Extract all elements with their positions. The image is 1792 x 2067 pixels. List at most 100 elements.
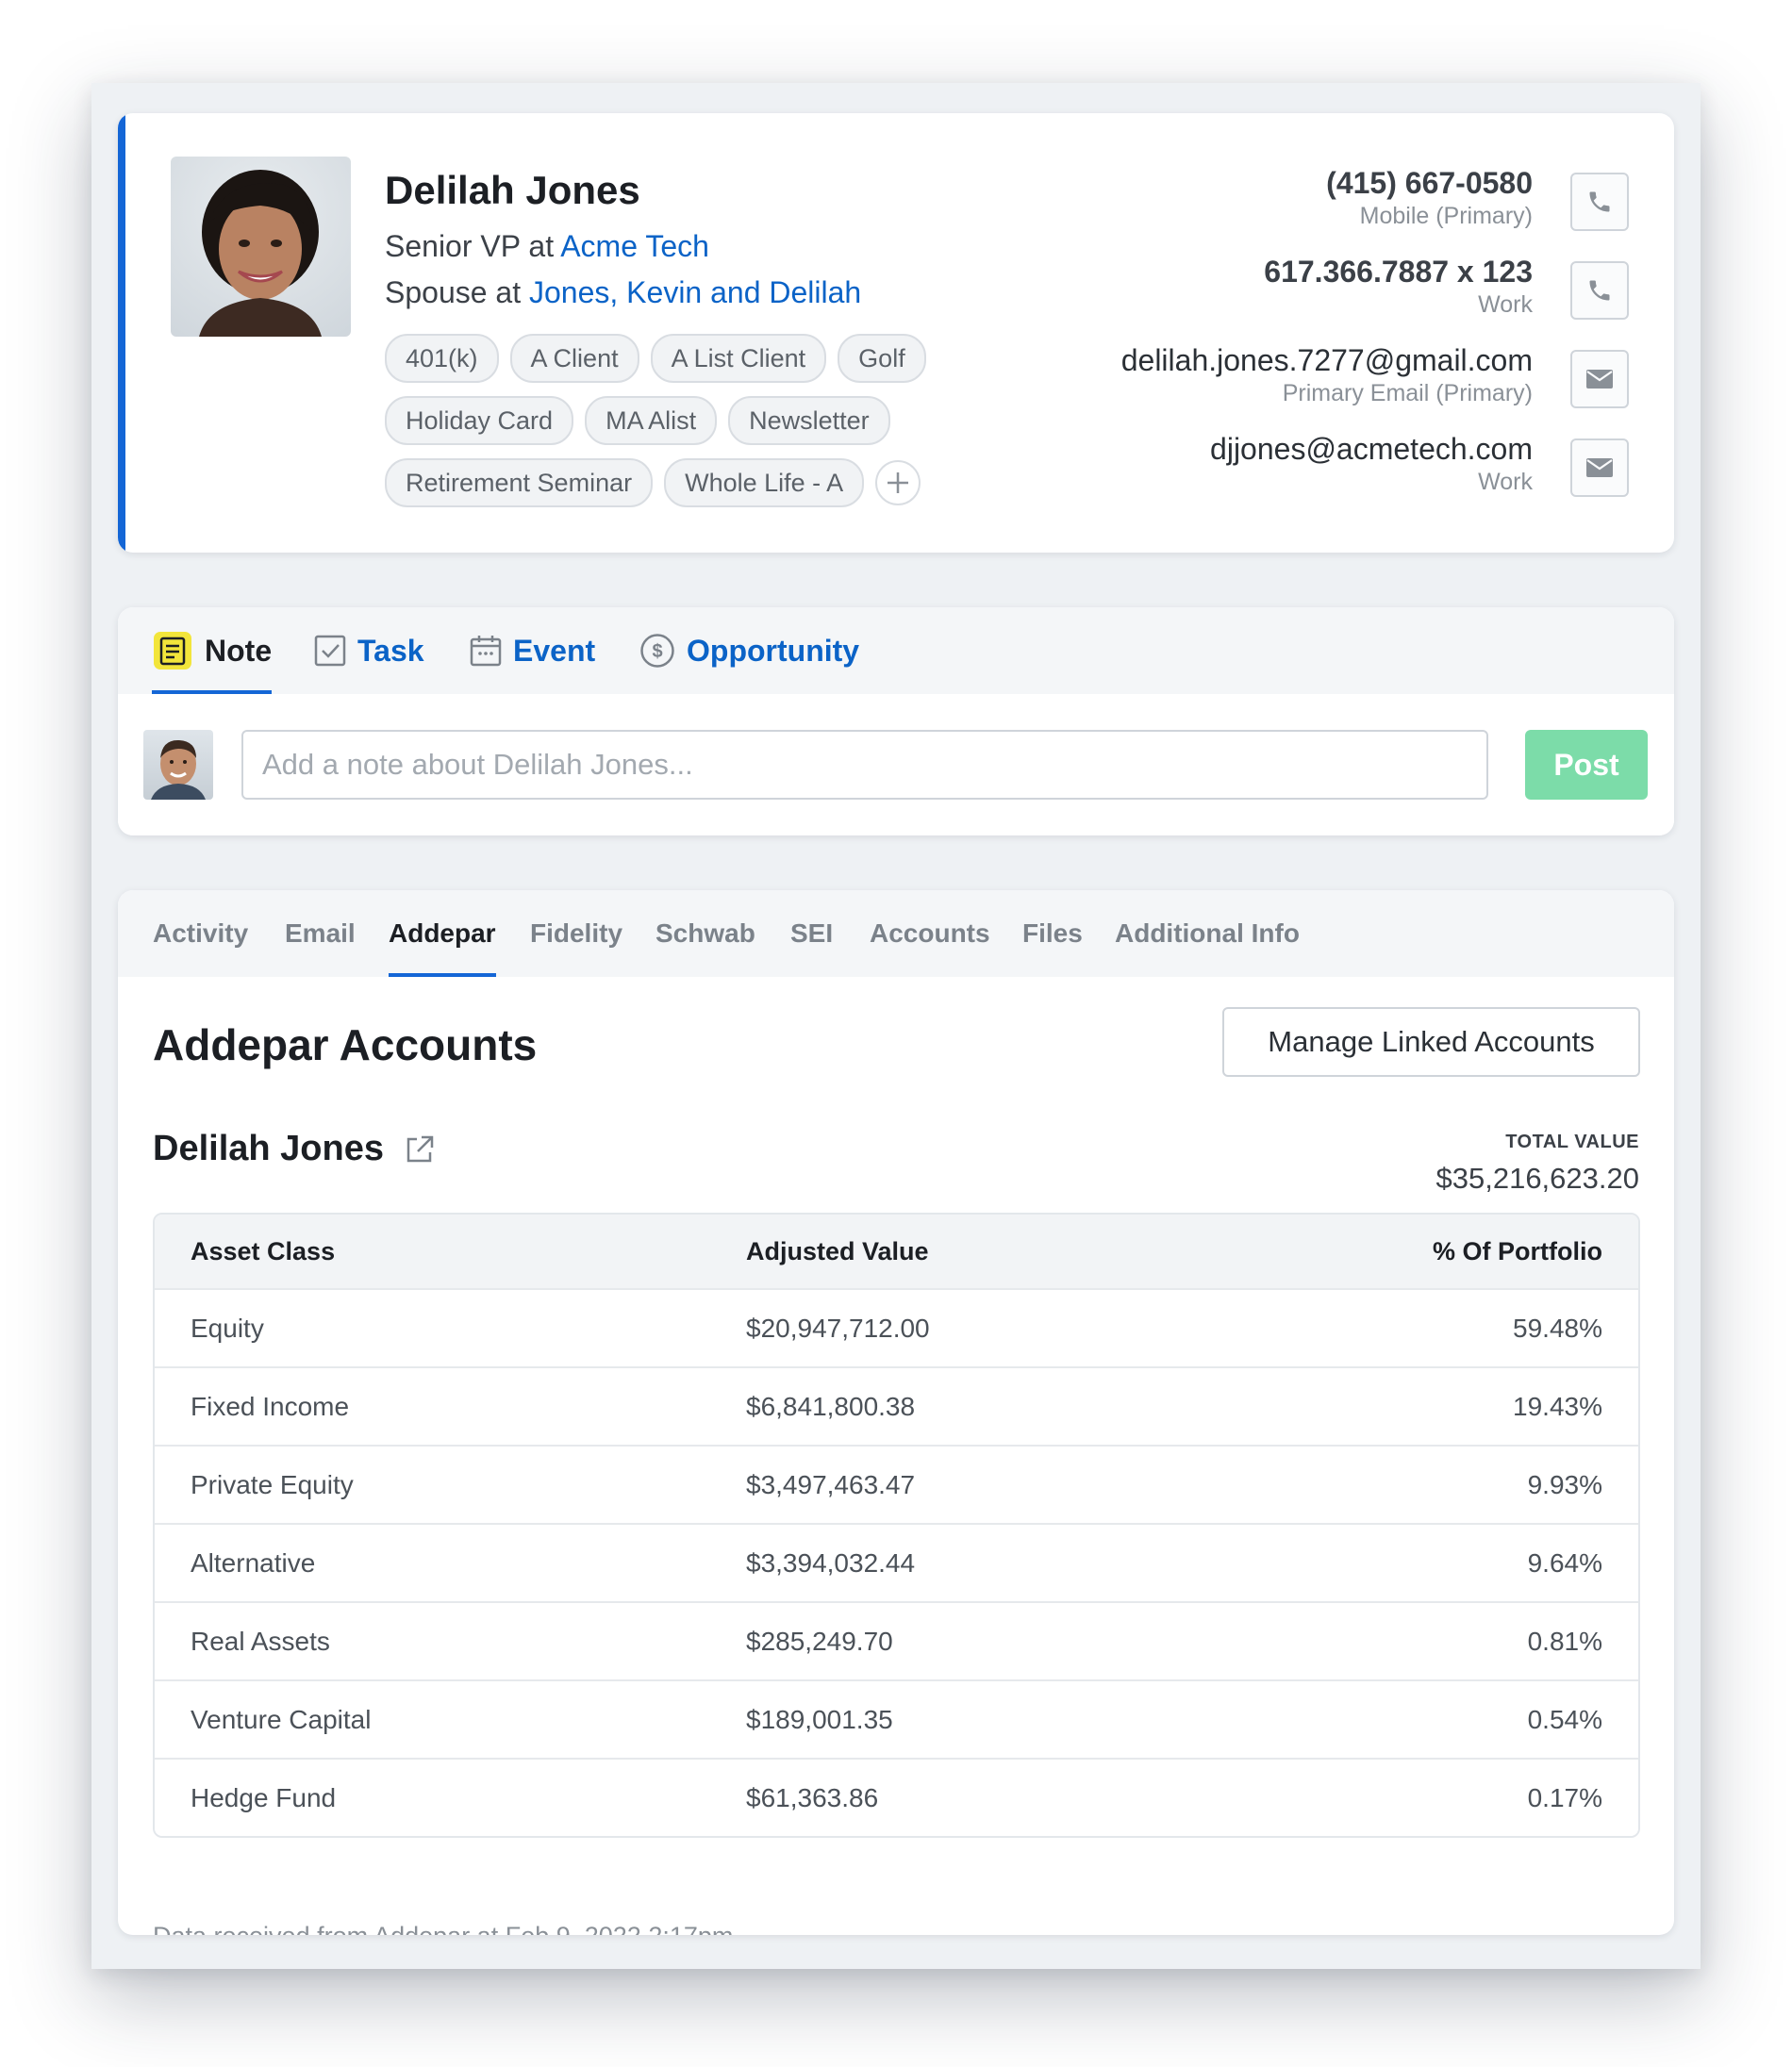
mail-icon xyxy=(1586,458,1613,477)
email-address[interactable]: delilah.jones.7277@gmail.com xyxy=(1121,343,1533,378)
table-row: Private Equity $3,497,463.47 9.93% xyxy=(155,1445,1638,1523)
tab-addepar[interactable]: Addepar xyxy=(389,890,496,977)
tag[interactable]: Newsletter xyxy=(728,396,890,445)
panel-tab-bar: Activity Email Addepar Fidelity Schwab S… xyxy=(118,890,1674,977)
mail-icon xyxy=(1586,370,1613,389)
asset-class-cell: Fixed Income xyxy=(191,1391,350,1421)
adjusted-value-cell: $20,947,712.00 xyxy=(746,1313,930,1343)
tag[interactable]: A Client xyxy=(509,334,639,383)
contact-method-primary-email: delilah.jones.7277@gmail.com Primary Ema… xyxy=(1121,343,1533,407)
table-row: Fixed Income $6,841,800.38 19.43% xyxy=(155,1366,1638,1445)
manage-linked-accounts-button[interactable]: Manage Linked Accounts xyxy=(1222,1007,1640,1077)
adjusted-value-cell: $285,249.70 xyxy=(746,1626,893,1656)
contact-relation-line: Spouse at Jones, Kevin and Delilah xyxy=(385,275,861,310)
contact-name: Delilah Jones xyxy=(385,168,640,212)
call-button[interactable] xyxy=(1570,261,1629,320)
tab-label: Task xyxy=(357,633,424,668)
tag-row: Retirement Seminar Whole Life - A xyxy=(385,458,1045,507)
asset-class-cell: Venture Capital xyxy=(191,1704,372,1734)
tab-opportunity[interactable]: $ Opportunity xyxy=(639,607,859,694)
percent-cell: 19.43% xyxy=(1513,1391,1602,1421)
tab-sei[interactable]: SEI xyxy=(790,890,833,977)
contact-method-work-email: djjones@acmetech.com Work xyxy=(1210,432,1533,496)
phone-label: Mobile (Primary) xyxy=(1359,203,1533,229)
phone-icon xyxy=(1589,280,1610,301)
asset-class-cell: Real Assets xyxy=(191,1626,330,1656)
tab-task[interactable]: Task xyxy=(314,607,424,694)
composer-tab-bar: Note Task Event $ Opportunity xyxy=(118,607,1674,694)
composer-body: Post xyxy=(118,694,1674,835)
note-icon xyxy=(154,632,191,670)
household-link[interactable]: Jones, Kevin and Delilah xyxy=(529,275,861,309)
asset-class-cell: Private Equity xyxy=(191,1469,354,1499)
percent-cell: 9.93% xyxy=(1527,1469,1602,1499)
client-name: Delilah Jones xyxy=(153,1129,384,1168)
post-button[interactable]: Post xyxy=(1525,730,1648,800)
contact-title-line: Senior VP at Acme Tech xyxy=(385,229,709,264)
tab-label: Event xyxy=(513,633,596,668)
phone-icon xyxy=(1589,191,1610,212)
email-label: Primary Email (Primary) xyxy=(1282,380,1533,406)
client-heading: Delilah Jones xyxy=(153,1129,435,1169)
relation-prefix: Spouse at xyxy=(385,275,522,309)
asset-class-cell: Alternative xyxy=(191,1547,316,1578)
tag[interactable]: 401(k) xyxy=(385,334,499,383)
call-button[interactable] xyxy=(1570,173,1629,231)
contact-method-work-phone: 617.366.7887 x 123 Work xyxy=(1264,255,1533,319)
add-tag-button[interactable] xyxy=(875,460,921,505)
tab-schwab[interactable]: Schwab xyxy=(655,890,755,977)
activity-composer: Note Task Event $ Opportunity Add a note… xyxy=(118,607,1674,835)
tab-event[interactable]: Event xyxy=(470,607,595,694)
tab-fidelity[interactable]: Fidelity xyxy=(530,890,622,977)
tag-list: 401(k) A Client A List Client Golf Holid… xyxy=(385,334,1045,521)
percent-cell: 0.54% xyxy=(1527,1704,1602,1734)
tag[interactable]: Retirement Seminar xyxy=(385,458,654,507)
tag-row: Holiday Card MA Alist Newsletter xyxy=(385,396,1045,445)
table-header: Asset Class Adjusted Value % Of Portfoli… xyxy=(155,1215,1638,1288)
percent-cell: 0.81% xyxy=(1527,1626,1602,1656)
tab-accounts[interactable]: Accounts xyxy=(870,890,990,977)
tab-activity[interactable]: Activity xyxy=(153,890,248,977)
tab-files[interactable]: Files xyxy=(1022,890,1083,977)
adjusted-value-cell: $61,363.86 xyxy=(746,1782,879,1812)
table-row: Alternative $3,394,032.44 9.64% xyxy=(155,1523,1638,1601)
percent-cell: 0.17% xyxy=(1527,1782,1602,1812)
section-title: Addepar Accounts xyxy=(153,1020,538,1069)
tag[interactable]: Golf xyxy=(838,334,926,383)
card-accent-bar xyxy=(118,113,125,553)
adjusted-value-cell: $3,497,463.47 xyxy=(746,1469,916,1499)
table-row: Venture Capital $189,001.35 0.54% xyxy=(155,1679,1638,1758)
tag[interactable]: Whole Life - A xyxy=(664,458,865,507)
checkbox-icon xyxy=(314,635,346,667)
title-prefix: Senior VP at xyxy=(385,229,555,263)
email-button[interactable] xyxy=(1570,350,1629,408)
percent-cell: 9.64% xyxy=(1527,1547,1602,1578)
asset-class-cell: Equity xyxy=(191,1313,264,1343)
phone-number[interactable]: (415) 667-0580 xyxy=(1326,166,1533,201)
email-button[interactable] xyxy=(1570,438,1629,497)
company-link[interactable]: Acme Tech xyxy=(560,229,709,263)
tab-note[interactable]: Note xyxy=(152,607,273,694)
adjusted-value-cell: $189,001.35 xyxy=(746,1704,893,1734)
external-link-icon[interactable] xyxy=(405,1134,435,1165)
tab-email[interactable]: Email xyxy=(285,890,356,977)
tag[interactable]: A List Client xyxy=(650,334,827,383)
adjusted-value-cell: $3,394,032.44 xyxy=(746,1547,916,1578)
contact-avatar xyxy=(171,157,351,337)
email-address[interactable]: djjones@acmetech.com xyxy=(1210,432,1533,467)
total-value-label: TOTAL VALUE xyxy=(1505,1132,1639,1152)
tab-additional-info[interactable]: Additional Info xyxy=(1115,890,1300,977)
phone-number[interactable]: 617.366.7887 x 123 xyxy=(1264,255,1533,289)
tab-label: Note xyxy=(205,633,273,668)
adjusted-value-cell: $6,841,800.38 xyxy=(746,1391,916,1421)
tag[interactable]: Holiday Card xyxy=(385,396,574,445)
dollar-circle-icon: $ xyxy=(640,634,674,668)
note-input[interactable] xyxy=(241,730,1488,800)
calendar-icon xyxy=(470,636,502,667)
total-value: $35,216,623.20 xyxy=(1435,1162,1640,1195)
table-row: Hedge Fund $61,363.86 0.17% xyxy=(155,1758,1638,1836)
data-source-footnote: Data received from Addepar at Feb 9, 202… xyxy=(153,1922,733,1935)
tab-label: Opportunity xyxy=(687,633,860,668)
contact-card: Delilah Jones Senior VP at Acme Tech Spo… xyxy=(118,113,1674,553)
tag[interactable]: MA Alist xyxy=(585,396,718,445)
